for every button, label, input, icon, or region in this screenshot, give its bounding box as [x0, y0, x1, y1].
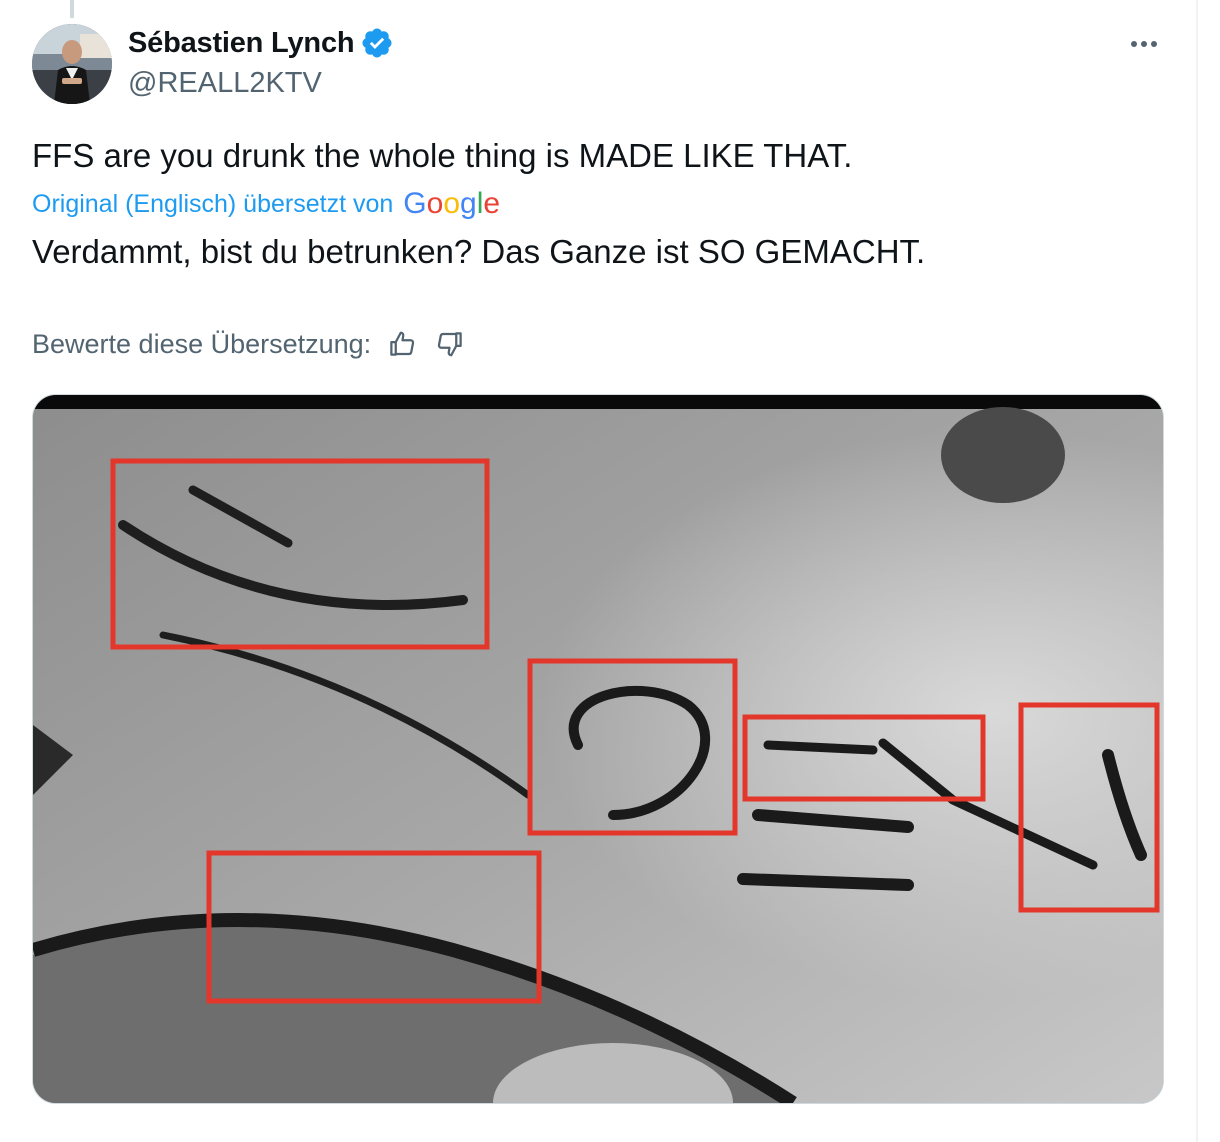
more-dot-icon — [1151, 41, 1157, 47]
google-logo: Google — [403, 187, 501, 220]
more-options-button[interactable] — [1124, 28, 1164, 60]
author-display-name[interactable]: Sébastien Lynch — [128, 24, 355, 62]
author-handle[interactable]: @REALL2KTV — [128, 64, 322, 102]
thumbs-up-button[interactable] — [385, 327, 419, 361]
thread-connector-line — [70, 0, 74, 18]
rate-translation-label: Bewerte diese Übersetzung: — [32, 329, 372, 359]
rate-translation: Bewerte diese Übersetzung: — [32, 324, 467, 364]
tweet-text: FFS are you drunk the whole thing is MAD… — [32, 137, 853, 174]
thumbs-up-icon — [390, 331, 415, 356]
author-name-row[interactable]: Sébastien Lynch — [128, 24, 394, 62]
timeline-border — [1196, 0, 1198, 1142]
verified-badge-icon — [362, 28, 392, 58]
tweet-photo[interactable] — [32, 394, 1164, 1104]
thumbs-down-icon — [438, 332, 462, 357]
more-dot-icon — [1141, 41, 1147, 47]
translation-attribution: Original (Englisch) übersetzt von Google — [32, 184, 500, 224]
translated-text: Verdammt, bist du betrunken? Das Ganze i… — [32, 233, 926, 270]
more-dot-icon — [1131, 41, 1137, 47]
avatar[interactable] — [32, 24, 112, 104]
show-original-link[interactable]: Original (Englisch) übersetzt von — [32, 184, 393, 224]
thumbs-down-button[interactable] — [433, 327, 467, 361]
